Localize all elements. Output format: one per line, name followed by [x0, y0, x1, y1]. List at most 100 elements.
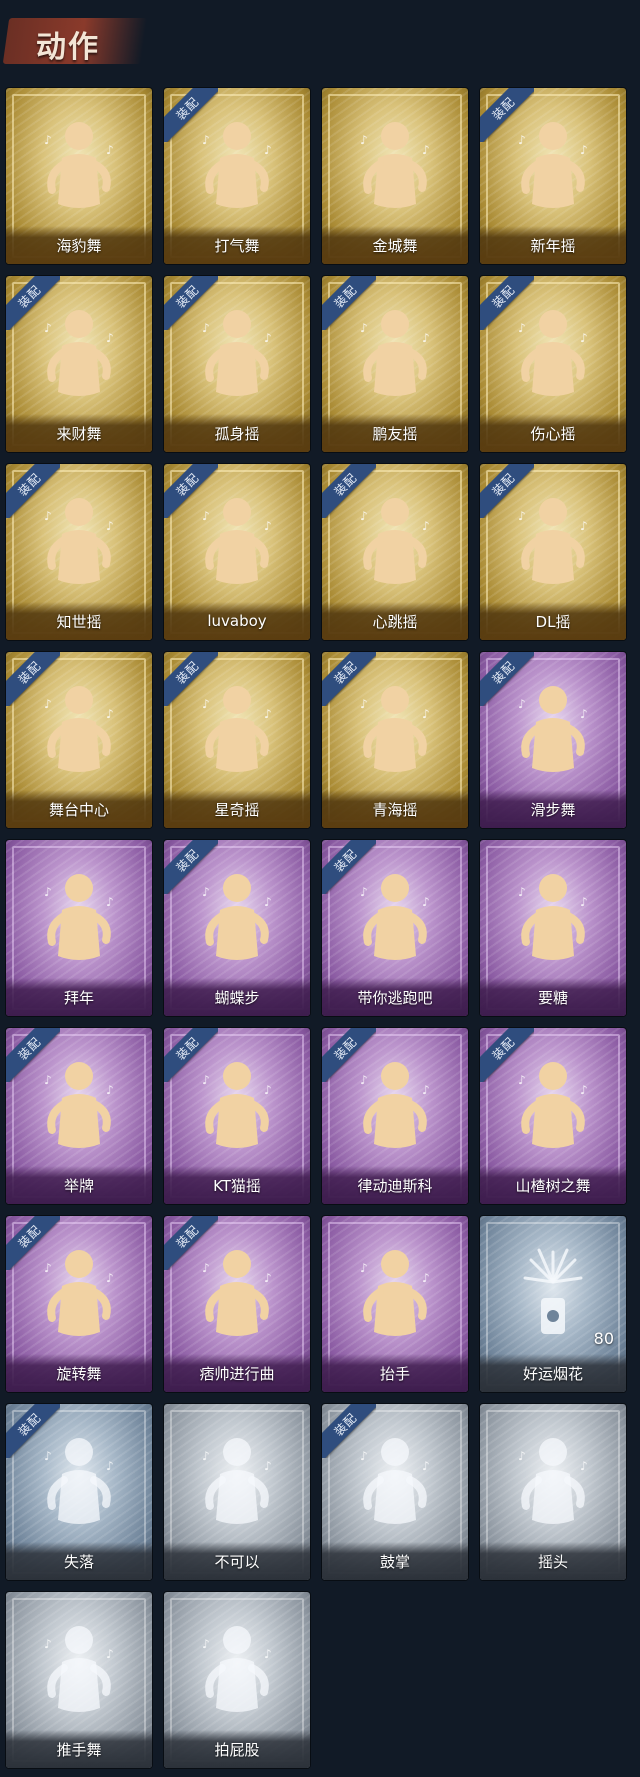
equipped-label: 装配: [331, 846, 360, 875]
equipped-badge: 装配: [164, 88, 218, 142]
emote-name: 知世摇: [6, 602, 152, 640]
equipped-ribbon: 装配: [6, 1216, 60, 1270]
item-count: 80: [593, 1329, 614, 1348]
emote-card[interactable]: ♪ ♪ 装配 打气舞: [164, 88, 310, 264]
emote-card[interactable]: ♪ ♪ 装配 心跳摇: [322, 464, 468, 640]
equipped-ribbon: 装配: [164, 1216, 218, 1270]
section-title: 动作: [36, 30, 100, 65]
emote-name: 失落: [6, 1542, 152, 1580]
svg-text:♪: ♪: [44, 1637, 52, 1651]
emote-card[interactable]: ♪ ♪ 装配 痞帅进行曲: [164, 1216, 310, 1392]
dance-figure-icon: ♪ ♪: [6, 114, 152, 224]
emote-card[interactable]: ♪ ♪ 装配 山楂树之舞: [480, 1028, 626, 1204]
emote-name: 打气舞: [164, 226, 310, 264]
emote-card[interactable]: ♪ ♪ 装配 孤身摇: [164, 276, 310, 452]
emote-card[interactable]: ♪ ♪ 不可以: [164, 1404, 310, 1580]
emote-card[interactable]: ♪ ♪ 装配 伤心摇: [480, 276, 626, 452]
emote-card[interactable]: ♪ ♪ 金城舞: [322, 88, 468, 264]
emote-card[interactable]: 80 好运烟花: [480, 1216, 626, 1392]
emote-name: luvaboy: [164, 602, 310, 640]
equipped-label: 装配: [489, 1034, 518, 1063]
emote-card[interactable]: ♪ ♪ 装配 失落: [6, 1404, 152, 1580]
emote-name: 推手舞: [6, 1730, 152, 1768]
equipped-ribbon: 装配: [164, 88, 218, 142]
equipped-ribbon: 装配: [164, 652, 218, 706]
emote-card[interactable]: ♪ ♪ 装配 舞台中心: [6, 652, 152, 828]
equipped-ribbon: 装配: [480, 1028, 534, 1082]
svg-text:♪: ♪: [518, 885, 526, 899]
emote-name: 抬手: [322, 1354, 468, 1392]
equipped-ribbon: 装配: [6, 1404, 60, 1458]
svg-text:♪: ♪: [264, 519, 272, 533]
equipped-ribbon: 装配: [164, 276, 218, 330]
emote-card[interactable]: ♪ ♪ 装配 鼓掌: [322, 1404, 468, 1580]
equipped-badge: 装配: [164, 840, 218, 894]
emote-card[interactable]: ♪ ♪ 装配 知世摇: [6, 464, 152, 640]
emote-name: 心跳摇: [322, 602, 468, 640]
equipped-label: 装配: [15, 282, 44, 311]
emote-card[interactable]: ♪ ♪ 装配 律动迪斯科: [322, 1028, 468, 1204]
emote-card[interactable]: ♪ ♪ 装配 星奇摇: [164, 652, 310, 828]
emote-card[interactable]: ♪ ♪ 装配 DL摇: [480, 464, 626, 640]
emote-name: 海豹舞: [6, 226, 152, 264]
emote-card[interactable]: ♪ ♪ 装配 举牌: [6, 1028, 152, 1204]
emote-name: 鹏友摇: [322, 414, 468, 452]
equipped-label: 装配: [489, 94, 518, 123]
equipped-badge: 装配: [6, 1028, 60, 1082]
equipped-badge: 装配: [6, 1216, 60, 1270]
emote-name: 带你逃跑吧: [322, 978, 468, 1016]
equipped-badge: 装配: [480, 88, 534, 142]
svg-text:♪: ♪: [106, 331, 114, 345]
emote-card[interactable]: ♪ ♪ 要糖: [480, 840, 626, 1016]
emote-name: 要糖: [480, 978, 626, 1016]
emote-card[interactable]: ♪ ♪ 装配 鹏友摇: [322, 276, 468, 452]
emote-card[interactable]: ♪ ♪ 推手舞: [6, 1592, 152, 1768]
equipped-ribbon: 装配: [6, 464, 60, 518]
equipped-label: 装配: [173, 94, 202, 123]
emote-name: 旋转舞: [6, 1354, 152, 1392]
svg-text:♪: ♪: [264, 1271, 272, 1285]
equipped-label: 装配: [15, 470, 44, 499]
emote-name: 举牌: [6, 1166, 152, 1204]
emote-card[interactable]: ♪ ♪ 装配 luvaboy: [164, 464, 310, 640]
emote-card[interactable]: ♪ ♪ 装配 青海摇: [322, 652, 468, 828]
dance-figure-icon: ♪ ♪: [164, 1618, 310, 1728]
svg-text:♪: ♪: [264, 143, 272, 157]
svg-text:♪: ♪: [580, 707, 588, 721]
emote-card[interactable]: ♪ ♪ 装配 来财舞: [6, 276, 152, 452]
emote-name: KT猫摇: [164, 1166, 310, 1204]
emote-name: 好运烟花: [480, 1354, 626, 1392]
equipped-badge: 装配: [164, 1216, 218, 1270]
equipped-label: 装配: [331, 470, 360, 499]
emote-card[interactable]: ♪ ♪ 海豹舞: [6, 88, 152, 264]
emote-card[interactable]: ♪ ♪ 拍屁股: [164, 1592, 310, 1768]
equipped-badge: 装配: [322, 840, 376, 894]
equipped-badge: 装配: [480, 276, 534, 330]
emote-card[interactable]: ♪ ♪ 摇头: [480, 1404, 626, 1580]
svg-text:♪: ♪: [580, 143, 588, 157]
equipped-badge: 装配: [164, 652, 218, 706]
svg-text:♪: ♪: [106, 1271, 114, 1285]
emote-name: 山楂树之舞: [480, 1166, 626, 1204]
emote-card[interactable]: ♪ ♪ 装配 蝴蝶步: [164, 840, 310, 1016]
equipped-badge: 装配: [6, 276, 60, 330]
emote-card[interactable]: ♪ ♪ 装配 新年摇: [480, 88, 626, 264]
emote-card[interactable]: ♪ ♪ 装配 带你逃跑吧: [322, 840, 468, 1016]
equipped-badge: 装配: [6, 652, 60, 706]
emote-name: 痞帅进行曲: [164, 1354, 310, 1392]
svg-text:♪: ♪: [44, 885, 52, 899]
equipped-ribbon: 装配: [6, 276, 60, 330]
emote-card[interactable]: ♪ ♪ 拜年: [6, 840, 152, 1016]
emote-card[interactable]: ♪ ♪ 装配 旋转舞: [6, 1216, 152, 1392]
emote-name: 舞台中心: [6, 790, 152, 828]
svg-text:♪: ♪: [106, 1083, 114, 1097]
emote-card[interactable]: ♪ ♪ 装配 KT猫摇: [164, 1028, 310, 1204]
svg-text:♪: ♪: [106, 1459, 114, 1473]
emote-card[interactable]: ♪ ♪ 抬手: [322, 1216, 468, 1392]
emote-card[interactable]: ♪ ♪ 装配 滑步舞: [480, 652, 626, 828]
equipped-label: 装配: [489, 658, 518, 687]
equipped-label: 装配: [331, 1034, 360, 1063]
emote-name: 拍屁股: [164, 1730, 310, 1768]
svg-text:♪: ♪: [106, 143, 114, 157]
svg-text:♪: ♪: [580, 895, 588, 909]
